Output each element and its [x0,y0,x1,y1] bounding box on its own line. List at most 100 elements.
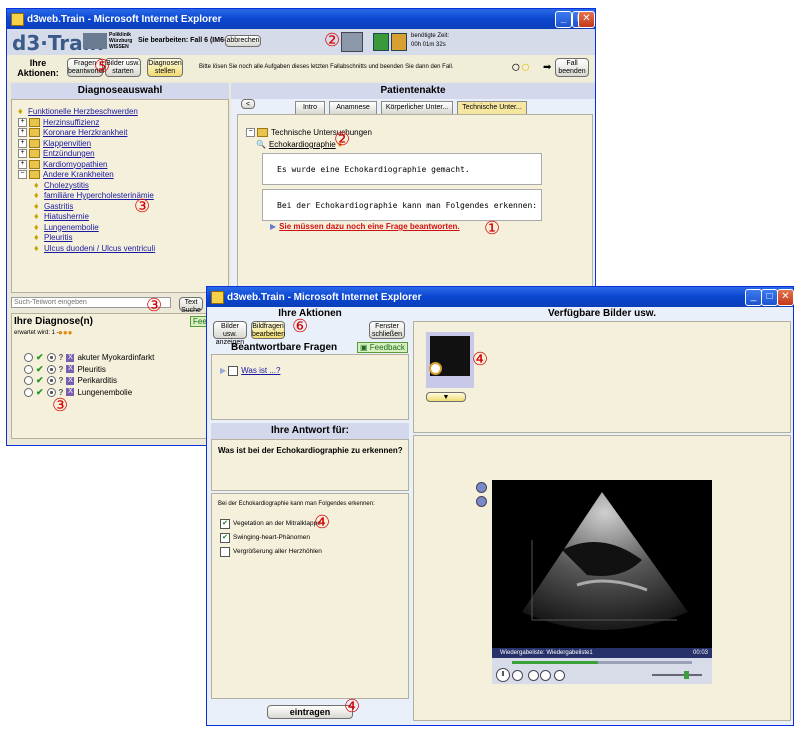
diagnosis-tree-item[interactable]: ♦ Ulcus duodeni / Ulcus ventriculi [34,243,155,254]
check-icon[interactable]: ✔ [36,364,44,375]
target-icon[interactable] [46,364,56,374]
answer-option[interactable]: Vergrößerung aller Herzhöhlen [220,546,322,557]
previous-icon[interactable] [528,670,539,681]
question-item[interactable]: ▶ Was ist ...? [220,365,280,376]
zoom-out-icon[interactable] [476,496,487,507]
abort-button[interactable]: abbrechen [225,35,261,47]
diagnosis-tree-label[interactable]: Lungenembolie [44,223,99,232]
option-checkbox[interactable] [220,546,230,557]
show-images-button[interactable]: Bilder usw. anzeigen [213,321,247,346]
answer-question-link[interactable]: Sie müssen dazu noch eine Frage beantwor… [279,222,459,231]
diagnosis-row[interactable]: ✔? X Pleuritis [24,364,106,375]
thumbnail-dropdown-button[interactable]: ▼ [426,392,466,402]
diagnosis-tree-item[interactable]: ♦ Hiatushernie [34,211,89,222]
diagnosis-tree-label[interactable]: Kardiomyopathien [43,160,107,169]
back-button[interactable]: < [241,99,255,109]
collapse-icon[interactable]: − [18,170,27,179]
diagnosis-tree-label[interactable]: Funktionelle Herzbeschwerden [28,107,138,116]
remove-icon[interactable]: X [66,365,75,373]
expand-icon[interactable]: + [18,117,27,127]
check-icon[interactable]: ✔ [36,387,44,398]
minimize-button-2[interactable]: _ [745,289,762,306]
remove-icon[interactable]: X [66,353,75,362]
diagnosis-tree-item[interactable]: ♦ Funktionelle Herzbeschwerden [18,106,138,117]
text-search-button[interactable]: Text Suche [179,297,203,314]
close-button-2[interactable]: ✕ [777,289,794,306]
echo-video[interactable] [492,480,712,648]
volume-icon[interactable] [554,670,565,681]
stop-icon[interactable] [512,670,523,681]
diagnosis-tree-item[interactable]: ♦ Cholezystitis [34,180,89,191]
zoom-in-icon[interactable] [476,482,487,493]
question-link[interactable]: Was ist ...? [241,366,280,375]
remove-icon[interactable]: X [66,376,75,385]
answer-option[interactable]: ✔ Vegetation an der Mitralklappe [220,518,321,529]
diagnosis-tree-item[interactable]: ♦ Lungenembolie [34,222,99,233]
tab-physical-exam[interactable]: Körperlicher Unter... [381,101,453,114]
diagnosis-tree-label[interactable]: Klappenvitien [43,139,91,148]
person-icon[interactable] [373,33,389,51]
minimize-button[interactable]: _ [555,11,572,28]
diagnosis-tree-label[interactable]: Hiatushernie [44,212,89,221]
diagnosis-tree-label[interactable]: Cholezystitis [44,181,89,190]
diagnosis-tree-label[interactable]: Gastritis [44,202,73,211]
diagnosis-tree-item[interactable]: + Herzinsuffizienz [18,117,99,128]
arrow-icon[interactable] [391,33,407,51]
image-icon[interactable] [341,32,363,52]
make-diagnoses-button[interactable]: Diagnosen stellen [147,58,183,77]
radio-icon[interactable] [24,364,33,374]
diagnosis-tree-label[interactable]: Koronare Herzkrankheit [43,128,127,137]
diagnosis-tree-label[interactable]: Herzinsuffizienz [43,118,99,127]
record-folder-row[interactable]: − Technische Untersuchungen [246,127,372,138]
diagnosis-tree-label[interactable]: Ulcus duodeni / Ulcus ventriculi [44,244,155,253]
question-checkbox[interactable] [228,365,239,376]
seek-bar[interactable] [512,661,692,664]
tab-technical-exam[interactable]: Technische Unter... [457,101,527,114]
diagnosis-tree-item[interactable]: + Kardiomyopathien [18,159,107,170]
expand-icon[interactable]: + [18,128,27,137]
close-window-button[interactable]: ✕ [578,11,595,28]
record-item-row[interactable]: 🔍 Echokardiographie ● [256,139,343,150]
start-images-button[interactable]: Bilder usw. starten [105,58,141,77]
next-icon[interactable] [540,670,551,681]
question-mark-icon[interactable]: ? [59,365,64,374]
answer-option[interactable]: ✔ Swinging-heart-Phänomen [220,532,310,543]
target-icon[interactable] [46,376,56,385]
expand-icon[interactable]: + [18,159,27,169]
echo-thumbnail[interactable] [426,332,474,388]
option-checkbox[interactable]: ✔ [220,518,230,529]
tab-intro[interactable]: Intro [295,101,325,114]
radio-icon[interactable] [24,387,33,397]
check-icon[interactable]: ✔ [36,352,44,363]
feedback-toggle[interactable]: ▣ Feedback [357,342,408,353]
maximize-button-2[interactable]: □ [761,289,778,306]
check-icon[interactable]: ✔ [36,375,44,386]
question-mark-icon[interactable]: ? [59,353,64,362]
diagnosis-tree-label[interactable]: Entzündungen [43,149,95,158]
diagnosis-row[interactable]: ✔? X Lungenembolie [24,387,132,398]
diagnosis-tree-item[interactable]: ♦ Pleuritis [34,232,72,243]
close-window-button-2[interactable]: Fenster schließen [369,321,405,339]
expand-icon[interactable]: + [18,138,27,148]
radio-icon[interactable] [24,376,33,385]
target-icon[interactable] [46,353,56,362]
diagnosis-tree-item[interactable]: − Andere Krankheiten [18,169,114,180]
diagnosis-tree-item[interactable]: ♦ Gastritis [34,201,73,212]
diagnosis-tree-label[interactable]: Andere Krankheiten [43,170,114,179]
diagnosis-tree-item[interactable]: + Klappenvitien [18,138,91,149]
edit-image-questions-button[interactable]: Bildfragen bearbeiten [251,321,285,339]
question-hint-row[interactable]: ▶ Sie müssen dazu noch eine Frage beantw… [270,221,460,232]
diagnosis-row[interactable]: ✔? X Perikarditis [24,375,117,386]
question-mark-icon[interactable]: ? [59,376,64,385]
record-item-label[interactable]: Echokardiographie [269,140,336,149]
submit-button[interactable]: eintragen [267,705,353,719]
end-case-button[interactable]: Fall beenden [555,58,589,77]
radio-icon[interactable] [24,353,33,362]
pause-icon[interactable]: Ⅱ [496,668,510,682]
diagnosis-row[interactable]: ✔? Xakuter Myokardinfarkt [24,352,154,363]
diagnosis-tree-item[interactable]: + Koronare Herzkrankheit [18,127,127,138]
volume-slider[interactable] [652,671,702,679]
option-checkbox[interactable]: ✔ [220,532,230,543]
collapse-icon[interactable]: − [246,128,255,137]
expand-icon[interactable]: + [18,149,27,158]
